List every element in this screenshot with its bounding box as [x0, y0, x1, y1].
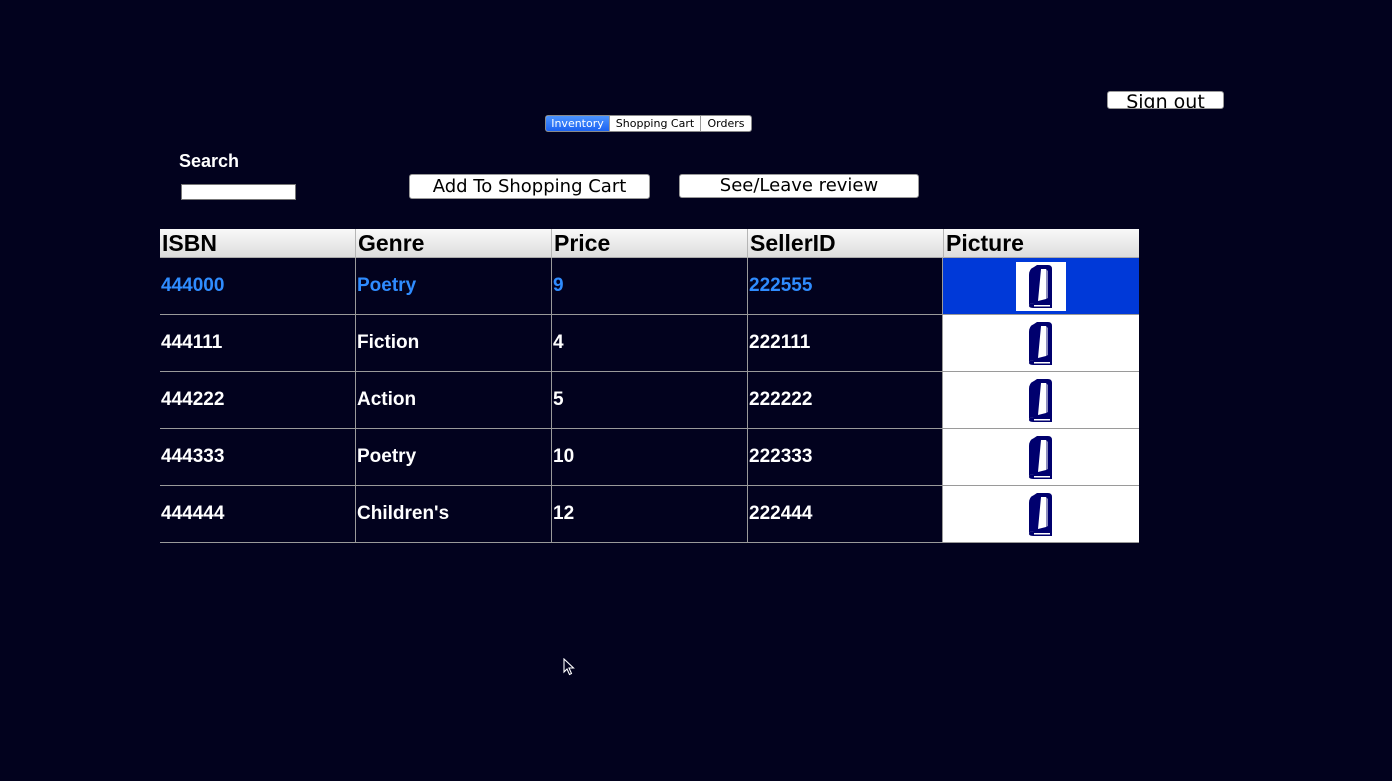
book-picture: [1016, 319, 1066, 368]
cell-picture: [942, 486, 1139, 543]
cell-genre: Action: [356, 372, 552, 429]
tab-bar: Inventory Shopping Cart Orders: [545, 115, 752, 132]
cell-price: 9: [552, 258, 748, 315]
cell-isbn: 444444: [160, 486, 356, 543]
cell-sellerid: 222444: [748, 486, 944, 543]
book-picture: [1016, 376, 1066, 425]
cell-picture: [942, 258, 1139, 315]
cell-genre: Children's: [356, 486, 552, 543]
cell-picture: [942, 429, 1139, 486]
cell-sellerid: 222555: [748, 258, 944, 315]
book-picture: [1016, 261, 1066, 311]
book-picture: [1016, 490, 1066, 539]
table-row[interactable]: 444444 Children's 12 222444: [160, 486, 1139, 543]
cell-genre: Fiction: [356, 315, 552, 372]
column-header-isbn[interactable]: ISBN: [160, 229, 356, 258]
table-row[interactable]: 444111 Fiction 4 222111: [160, 315, 1139, 372]
cell-sellerid: 222333: [748, 429, 944, 486]
table-header: ISBN Genre Price SellerID Picture: [160, 229, 1139, 258]
tab-shopping-cart[interactable]: Shopping Cart: [610, 116, 701, 131]
book-icon: [1029, 493, 1052, 536]
cell-isbn: 444333: [160, 429, 356, 486]
cell-sellerid: 222111: [748, 315, 944, 372]
cell-price: 5: [552, 372, 748, 429]
cell-picture: [942, 315, 1139, 372]
cell-picture: [942, 372, 1139, 429]
search-input[interactable]: [181, 184, 296, 200]
cell-isbn: 444111: [160, 315, 356, 372]
cell-price: 10: [552, 429, 748, 486]
column-header-price[interactable]: Price: [552, 229, 748, 258]
add-to-shopping-cart-button[interactable]: Add To Shopping Cart: [409, 174, 650, 199]
see-leave-review-button[interactable]: See/Leave review: [679, 174, 919, 198]
cell-price: 4: [552, 315, 748, 372]
table-row[interactable]: 444333 Poetry 10 222333: [160, 429, 1139, 486]
cell-sellerid: 222222: [748, 372, 944, 429]
tab-orders[interactable]: Orders: [701, 116, 751, 131]
cell-isbn: 444222: [160, 372, 356, 429]
cell-isbn: 444000: [160, 258, 356, 315]
tab-inventory[interactable]: Inventory: [546, 116, 610, 131]
book-icon: [1029, 322, 1052, 365]
sign-out-button[interactable]: Sign out: [1107, 91, 1224, 109]
column-header-picture[interactable]: Picture: [944, 229, 1139, 258]
book-icon: [1029, 436, 1052, 479]
book-icon: [1029, 265, 1052, 308]
book-picture: [1016, 433, 1066, 482]
book-icon: [1029, 379, 1052, 422]
table-row[interactable]: 444222 Action 5 222222: [160, 372, 1139, 429]
search-label: Search: [179, 151, 240, 171]
cell-genre: Poetry: [356, 258, 552, 315]
inventory-table: ISBN Genre Price SellerID Picture 444000…: [160, 229, 1140, 546]
cell-price: 12: [552, 486, 748, 543]
cell-genre: Poetry: [356, 429, 552, 486]
column-header-sellerid[interactable]: SellerID: [748, 229, 944, 258]
table-row[interactable]: 444000 Poetry 9 222555: [160, 258, 1139, 315]
column-header-genre[interactable]: Genre: [356, 229, 552, 258]
mouse-cursor-icon: [563, 658, 575, 676]
